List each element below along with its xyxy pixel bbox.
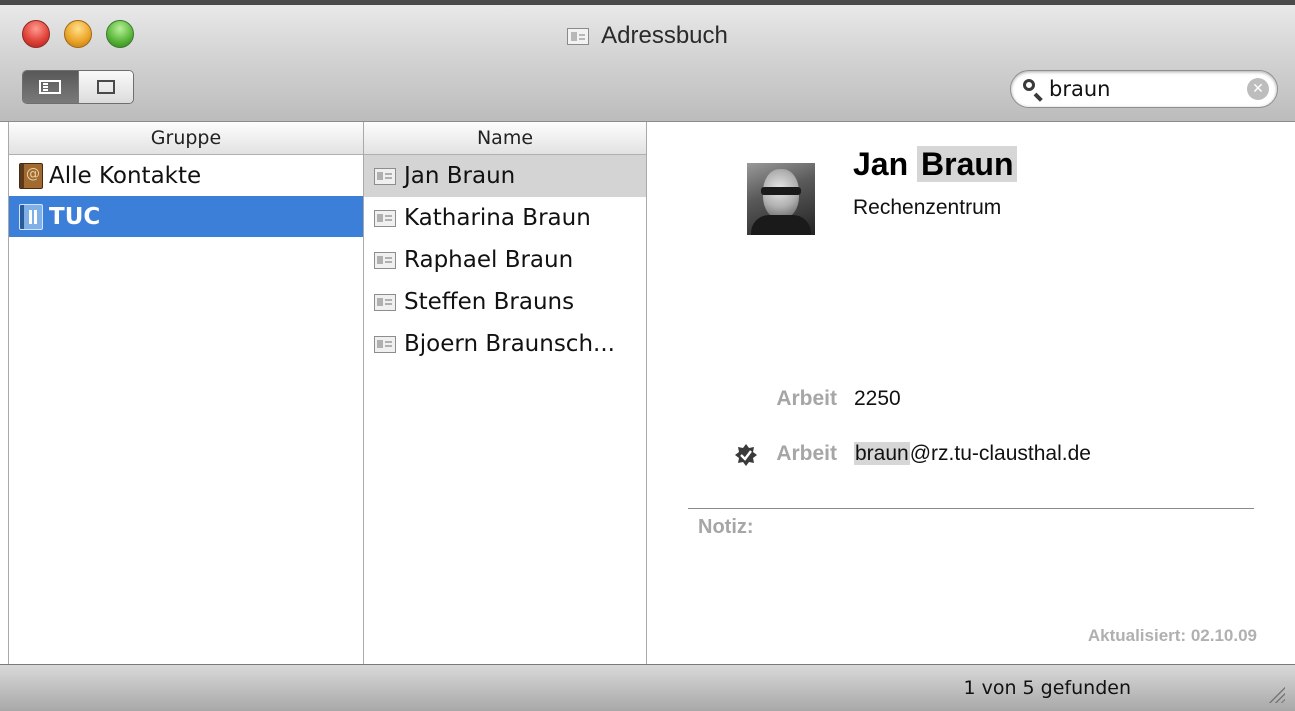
contact-list-item[interactable]: Raphael Braun <box>364 239 646 281</box>
name-column: Name Jan Braun Katharina Braun Raphael B… <box>364 122 647 664</box>
email-value-highlight: braun <box>854 442 910 465</box>
window-title-text: Adressbuch <box>601 22 728 49</box>
email-value-rest: @rz.tu-clausthal.de <box>909 442 1091 465</box>
search-icon <box>1021 77 1045 101</box>
name-column-header[interactable]: Name <box>364 122 646 155</box>
photo-glasses <box>761 187 801 195</box>
view-card-button[interactable] <box>77 71 133 103</box>
card-only-icon <box>96 80 115 94</box>
directory-book-icon <box>19 203 43 230</box>
note-divider <box>688 508 1254 509</box>
resize-grip-icon[interactable] <box>1267 685 1285 703</box>
phone-value[interactable]: 2250 <box>854 387 901 411</box>
contact-card-icon <box>374 167 396 185</box>
contact-detail-card: Jan Braun Rechenzentrum Arbeit 2250 Arbe… <box>647 122 1295 664</box>
group-column-header[interactable]: Gruppe <box>9 122 363 155</box>
address-book-window: Adressbuch ✕ Gruppe Alle Kontakte TUC N <box>0 0 1295 711</box>
title-toolbar: Adressbuch ✕ <box>0 0 1295 122</box>
updated-timestamp: Aktualisiert: 02.10.09 <box>1087 626 1257 645</box>
contact-name: Jan Braun <box>853 146 1018 183</box>
status-bar: 1 von 5 gefunden <box>0 664 1295 711</box>
search-input[interactable] <box>1049 77 1239 101</box>
contact-list-item[interactable]: Bjoern Braunsch... <box>364 323 646 365</box>
contact-list-label: Bjoern Braunsch... <box>404 331 615 357</box>
group-item-tuc[interactable]: TUC <box>9 196 363 237</box>
contact-list-label: Steffen Brauns <box>404 289 575 315</box>
group-item-alle-kontakte[interactable]: Alle Kontakte <box>9 155 363 196</box>
contact-card-icon <box>374 293 396 311</box>
contact-card-icon <box>374 335 396 353</box>
address-card-icon <box>567 27 590 45</box>
photo-body <box>751 215 811 235</box>
view-mode-toggle <box>22 70 134 104</box>
contact-organization: Rechenzentrum <box>853 196 1002 219</box>
contact-photo[interactable] <box>747 163 815 235</box>
group-column: Gruppe Alle Kontakte TUC <box>8 122 364 664</box>
group-item-label: TUC <box>49 203 101 230</box>
contact-list-label: Jan Braun <box>404 163 516 189</box>
contact-last-name: Braun <box>917 146 1018 182</box>
contact-first-name: Jan <box>853 146 909 182</box>
contact-list-label: Katharina Braun <box>404 205 591 231</box>
note-label[interactable]: Notiz: <box>698 516 754 539</box>
search-field[interactable]: ✕ <box>1010 70 1278 108</box>
contact-card-icon <box>374 251 396 269</box>
contact-list-item[interactable]: Steffen Brauns <box>364 281 646 323</box>
group-item-label: Alle Kontakte <box>49 162 202 189</box>
address-book-icon <box>19 162 43 189</box>
contact-list-item[interactable]: Katharina Braun <box>364 197 646 239</box>
clear-search-icon[interactable]: ✕ <box>1247 78 1269 100</box>
email-label[interactable]: Arbeit <box>647 442 837 466</box>
window-title: Adressbuch <box>0 20 1295 52</box>
contact-list-label: Raphael Braun <box>404 247 574 273</box>
result-count: 1 von 5 gefunden <box>963 677 1131 699</box>
contact-list-item[interactable]: Jan Braun <box>364 155 646 197</box>
email-value[interactable]: braun@rz.tu-clausthal.de <box>854 442 1091 466</box>
card-and-columns-icon <box>39 80 62 94</box>
contact-card-icon <box>374 209 396 227</box>
view-columns-button[interactable] <box>23 71 78 103</box>
phone-label[interactable]: Arbeit <box>647 387 837 411</box>
